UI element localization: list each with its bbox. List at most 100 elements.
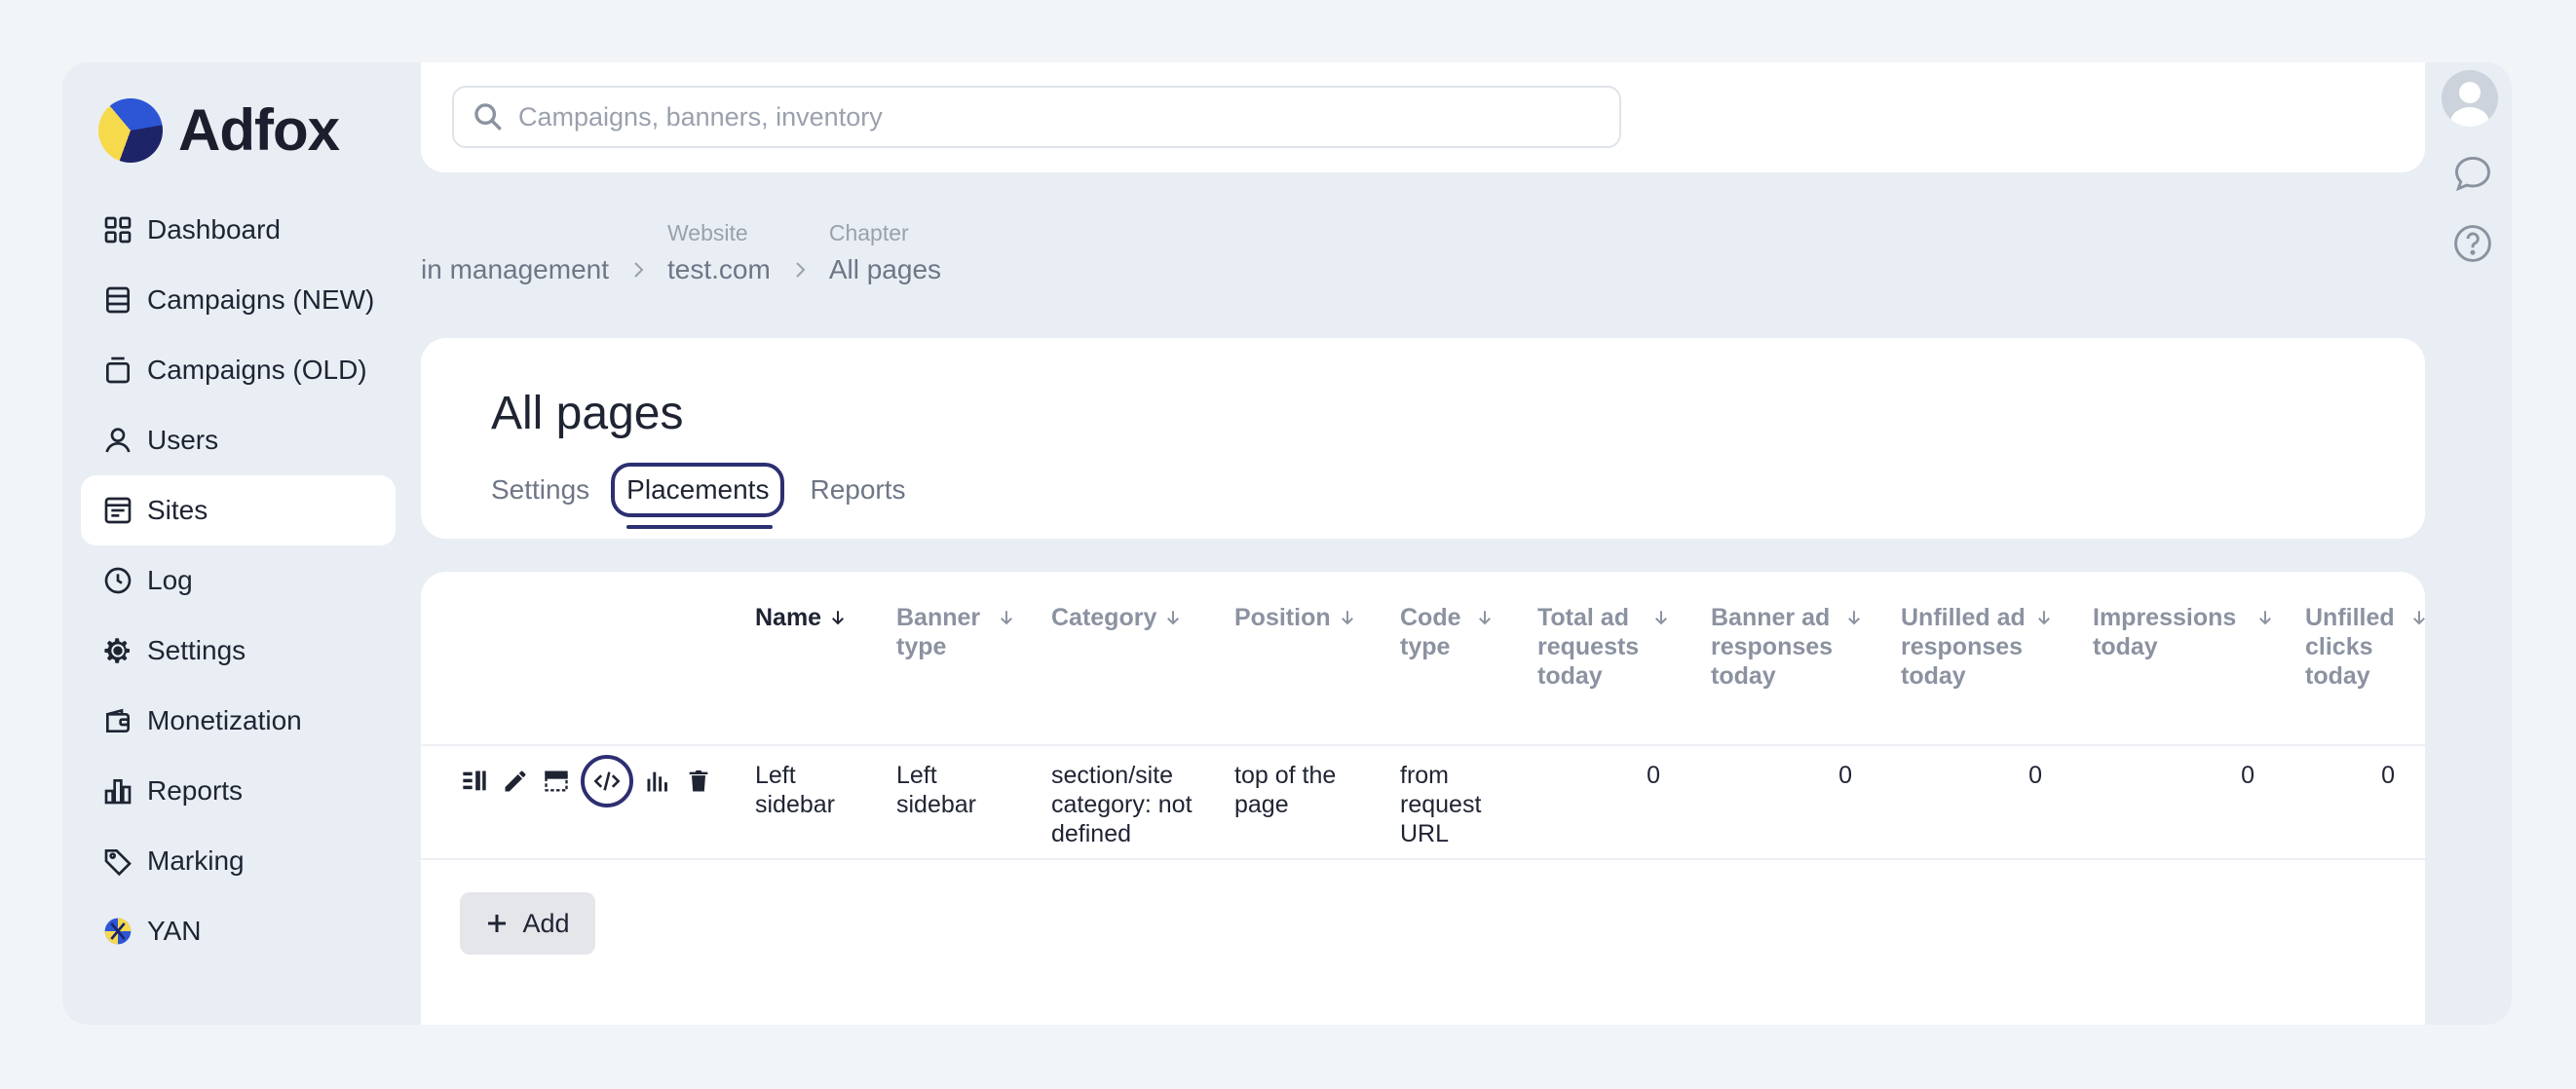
- tab-reports[interactable]: Reports: [810, 463, 905, 517]
- column-header-category[interactable]: Category: [1051, 603, 1207, 632]
- logo[interactable]: Adfox: [98, 96, 340, 164]
- column-header-unfilled-ad-responses[interactable]: Unfilled ad responses today: [1901, 603, 2066, 691]
- cell-unfilled-ad-responses: 0: [2028, 762, 2042, 789]
- sidebar-item-campaigns-new[interactable]: Campaigns (NEW): [81, 265, 396, 335]
- breadcrumb-item-website[interactable]: Website test.com: [667, 220, 771, 285]
- sidebar-item-dashboard[interactable]: Dashboard: [81, 195, 396, 265]
- breadcrumb-label: test.com: [667, 254, 771, 284]
- column-header-banner-ad-responses[interactable]: Banner ad responses today: [1711, 603, 1876, 691]
- sidebar-nav: Dashboard Campaigns (NEW) Campaigns (OLD…: [81, 195, 396, 966]
- sidebar-item-reports[interactable]: Reports: [81, 756, 396, 826]
- list-icon: [463, 770, 486, 791]
- help-icon: [2454, 225, 2491, 262]
- gear-icon: [104, 638, 130, 663]
- sidebar-item-monetization[interactable]: Monetization: [81, 686, 396, 756]
- user-icon: [105, 428, 131, 453]
- cell-total-ad-requests: 0: [1647, 762, 1660, 789]
- column-header-label: Unfilled ad responses today: [1901, 604, 2026, 690]
- details-button[interactable]: [458, 765, 491, 798]
- add-placement-button[interactable]: Add: [460, 892, 595, 955]
- get-code-button[interactable]: [581, 755, 633, 807]
- column-header-label: Banner ad responses today: [1711, 604, 1834, 690]
- messages-button[interactable]: [2449, 150, 2496, 197]
- delete-button[interactable]: [682, 765, 715, 798]
- sort-arrow-icon: [1001, 611, 1012, 625]
- sites-icon: [104, 497, 132, 524]
- breadcrumb-item-management[interactable]: in management: [421, 254, 609, 285]
- column-header-code-type[interactable]: Code type: [1400, 603, 1517, 661]
- breadcrumb-label: All pages: [828, 254, 942, 284]
- chevron-right-icon: [796, 262, 806, 278]
- column-header-impressions[interactable]: Impressions today: [2093, 603, 2297, 661]
- cell-category: section/site category: not defined: [1051, 762, 1193, 847]
- search-icon: [474, 103, 502, 131]
- sidebar-item-log[interactable]: Log: [81, 545, 396, 616]
- sidebar-item-label: Sites: [147, 495, 208, 525]
- sidebar-item-label: Reports: [147, 775, 244, 806]
- page-header-card: All pages Settings Placements Reports: [421, 338, 2425, 539]
- help-button[interactable]: [2449, 220, 2496, 267]
- sort-arrow-icon: [1341, 611, 1353, 625]
- cell-unfilled-clicks: 0: [2381, 762, 2395, 789]
- column-header-total-ad-requests[interactable]: Total ad requests today: [1537, 603, 1684, 691]
- header-divider: [421, 744, 2425, 746]
- sort-arrow-icon: [1848, 611, 1860, 625]
- sort-arrow-icon: [1167, 611, 1180, 625]
- sidebar-item-yan[interactable]: YAN: [81, 896, 396, 966]
- sort-arrow-icon: [1655, 611, 1667, 625]
- placements-table: Name Banner type Category Position Code …: [421, 572, 2425, 1025]
- cell-name[interactable]: Left sidebar: [755, 761, 862, 819]
- cell-impressions: 0: [2241, 762, 2254, 789]
- adfox-logo-icon: [98, 97, 163, 163]
- dashboard-icon: [104, 216, 132, 244]
- campaigns-new-icon: [106, 286, 130, 314]
- breadcrumb-caption: Website: [667, 220, 748, 245]
- column-header-label: Banner type: [896, 604, 981, 660]
- yan-icon: [104, 918, 132, 945]
- sidebar-item-label: Campaigns (NEW): [147, 284, 375, 315]
- logo-text: Adfox: [178, 97, 340, 163]
- cell-code-type: from request URL: [1400, 762, 1482, 847]
- sidebar-item-sites[interactable]: Sites: [81, 475, 396, 545]
- sidebar-item-users[interactable]: Users: [81, 405, 396, 475]
- sort-arrow-icon: [2259, 611, 2271, 625]
- edit-button[interactable]: [499, 765, 532, 798]
- breadcrumb-label: in management: [421, 254, 610, 284]
- column-header-banner-type[interactable]: Banner type: [896, 603, 1023, 661]
- column-header-label: Name: [755, 604, 822, 631]
- column-header-label: Unfilled clicks today: [2305, 604, 2395, 690]
- sort-arrow-icon: [832, 611, 845, 625]
- sidebar-item-campaigns-old[interactable]: Campaigns (OLD): [81, 335, 396, 405]
- breadcrumb-item-chapter[interactable]: Chapter All pages: [829, 220, 941, 285]
- campaigns-old-icon: [106, 357, 130, 384]
- search-input[interactable]: [518, 101, 1590, 132]
- tab-placements[interactable]: Placements: [611, 463, 785, 529]
- sidebar-item-settings[interactable]: Settings: [81, 616, 396, 686]
- row-divider: [421, 858, 2425, 860]
- avatar[interactable]: [2442, 70, 2498, 127]
- tab-settings[interactable]: Settings: [491, 463, 589, 517]
- cell-banner-type: Left sidebar: [896, 762, 976, 818]
- statistics-button[interactable]: [641, 765, 674, 798]
- wallet-icon: [106, 708, 130, 732]
- breadcrumb: in management Website test.com Chapter A…: [421, 220, 941, 285]
- layout-icon: [545, 770, 568, 792]
- column-header-label: Impressions today: [2093, 604, 2237, 660]
- sidebar-item-label: Dashboard: [147, 214, 281, 244]
- sidebar-item-label: Log: [147, 565, 193, 595]
- sort-arrow-icon: [2038, 611, 2050, 625]
- plus-icon: [488, 915, 507, 932]
- sidebar-item-label: Campaigns (OLD): [147, 355, 367, 385]
- column-header-name[interactable]: Name: [755, 603, 862, 632]
- sort-arrow-icon: [1479, 611, 1491, 625]
- column-header-unfilled-clicks[interactable]: Unfilled clicks today: [2305, 603, 2425, 691]
- row-actions: [458, 755, 715, 807]
- column-header-position[interactable]: Position: [1234, 603, 1390, 632]
- sort-arrow-icon: [2413, 611, 2425, 625]
- sidebar-item-label: Monetization: [147, 705, 302, 735]
- sidebar-item-marking[interactable]: Marking: [81, 826, 396, 896]
- layout-button[interactable]: [540, 765, 573, 798]
- add-button-label: Add: [522, 908, 570, 938]
- search-box[interactable]: [452, 86, 1621, 148]
- sidebar-item-label: Settings: [147, 635, 246, 665]
